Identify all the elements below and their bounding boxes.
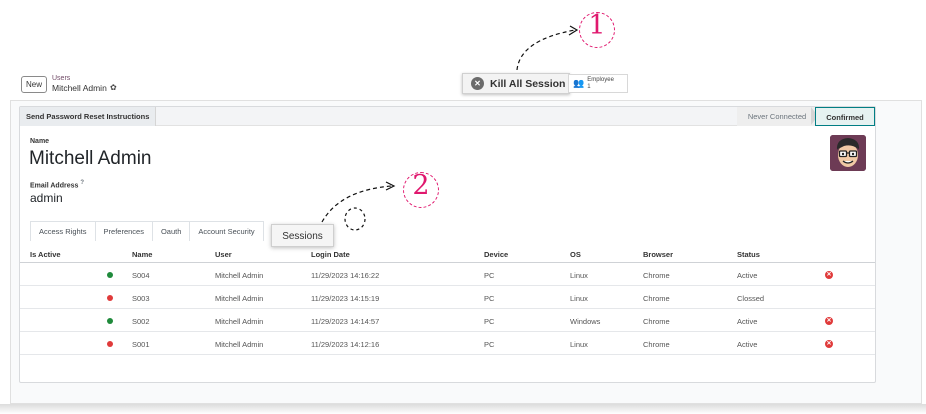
screen: New Users Mitchell Admin ✿ ✕ Kill All Se… (0, 0, 926, 414)
annotation-1: 1 (588, 10, 606, 41)
annotation-2: 2 (412, 170, 430, 201)
annotation-arrows (321, 25, 579, 231)
